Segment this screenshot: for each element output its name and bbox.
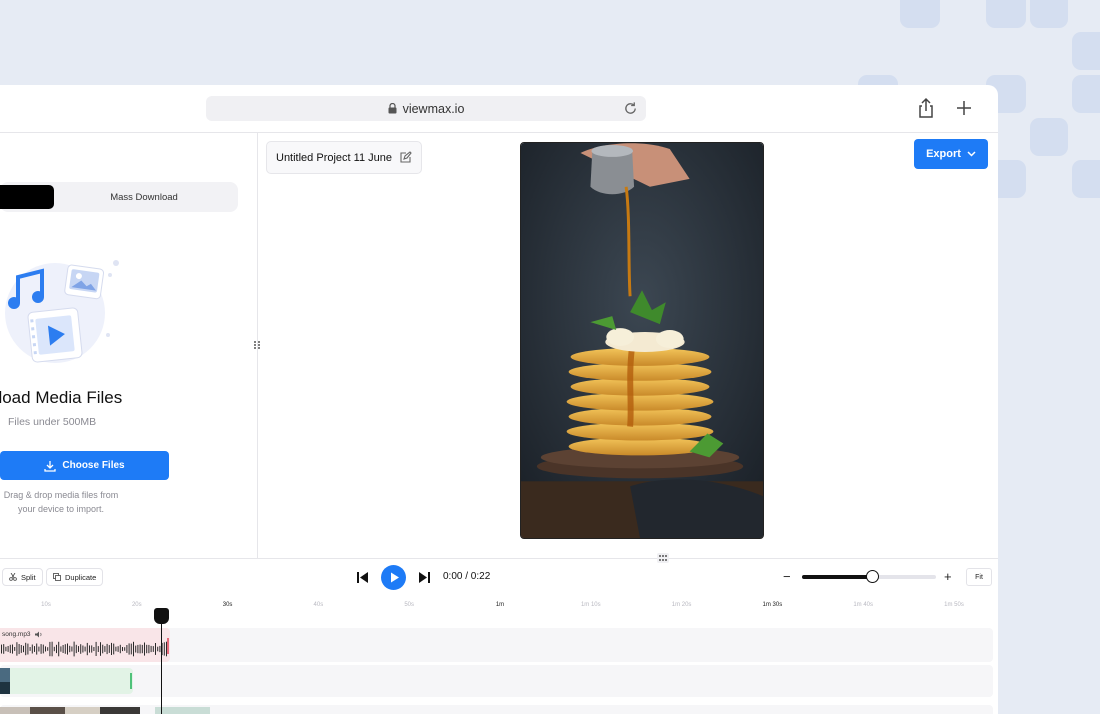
export-label: Export: [926, 148, 961, 160]
image-track: [0, 705, 993, 714]
clip-trim-handle[interactable]: [130, 673, 132, 689]
duplicate-label: Duplicate: [65, 572, 97, 582]
timeline-ruler[interactable]: 10s 20s 30s 40s 50s 1m 1m 10s 1m 20s 1m 30s 1m 40…: [0, 598, 998, 614]
tab-upload[interactable]: [0, 185, 54, 209]
skip-back-icon[interactable]: [356, 571, 369, 584]
choose-files-button[interactable]: Choose Files: [0, 451, 169, 480]
split-label: Split: [21, 572, 36, 582]
ruler-tick: 10s: [41, 602, 51, 608]
audio-track: song.mp3: [0, 628, 993, 662]
background-tile: [1072, 75, 1100, 113]
plus-icon[interactable]: [953, 97, 975, 119]
app-window: viewmax.io Mass Download pload Media Fil…: [0, 85, 998, 714]
duplicate-button[interactable]: Duplicate: [46, 568, 104, 586]
audio-waveform: [1, 641, 167, 657]
split-button[interactable]: Split: [2, 568, 43, 586]
drag-drop-hint: Drag & drop media files from your device…: [3, 490, 119, 514]
volume-icon[interactable]: [34, 631, 43, 638]
zoom-out-button[interactable]: −: [783, 569, 791, 584]
drag-handle-icon[interactable]: [252, 340, 262, 350]
address-bar[interactable]: viewmax.io: [206, 96, 646, 121]
ruler-tick: 1m 20s: [671, 602, 692, 608]
ruler-tick: 40s: [313, 602, 324, 608]
background-tile: [1030, 0, 1068, 28]
background-tile: [1072, 160, 1100, 198]
video-track: [0, 665, 993, 697]
share-icon[interactable]: [915, 97, 937, 119]
export-button[interactable]: Export: [914, 139, 988, 169]
ruler-tick: 1m 40s: [853, 602, 874, 608]
ruler-tick: 1m: [495, 602, 505, 608]
timeline-divider: [0, 558, 998, 559]
background-tile: [1030, 118, 1068, 156]
background-tile: [900, 0, 940, 28]
zoom-slider-handle[interactable]: [865, 570, 879, 583]
skip-forward-icon[interactable]: [418, 571, 431, 584]
ruler-tick: 20s: [131, 602, 142, 608]
clip-thumbnail: [0, 668, 10, 694]
ruler-tick: 1m 50s: [944, 602, 964, 608]
ruler-tick: 1m 30s: [762, 602, 783, 608]
url-text: viewmax.io: [402, 101, 465, 116]
video-preview[interactable]: [520, 142, 764, 539]
background-tile: [1072, 32, 1100, 70]
audio-clip-name: song.mp3: [2, 631, 31, 638]
toolbar-divider: [0, 132, 998, 133]
clip-trim-handle[interactable]: [167, 638, 169, 654]
zoom-slider-fill: [802, 575, 872, 579]
upload-title: pload Media Files: [0, 388, 123, 407]
ruler-tick: 1m 10s: [580, 602, 601, 608]
zoom-in-button[interactable]: +: [944, 569, 952, 584]
choose-files-label: Choose Files: [62, 460, 125, 471]
play-icon: [391, 572, 399, 583]
duplicate-icon: [53, 573, 61, 581]
reload-icon[interactable]: [623, 101, 638, 116]
background-tile: [986, 0, 1026, 28]
download-icon: [44, 460, 57, 472]
play-button[interactable]: [381, 565, 406, 590]
ruler-tick: 50s: [404, 602, 415, 608]
time-display: 0:00 / 0:22: [443, 571, 491, 582]
scissors-icon: [9, 573, 17, 581]
upload-subtitle: Files under 500MB: [8, 416, 97, 428]
drag-handle-icon[interactable]: [657, 553, 669, 563]
image-clip-strip[interactable]: [0, 707, 215, 714]
playhead-line: [161, 615, 162, 714]
audio-clip[interactable]: song.mp3: [0, 628, 170, 662]
audio-clip-header: song.mp3: [2, 631, 43, 638]
project-title: Untitled Project 11 June: [276, 151, 392, 164]
ruler-tick: 30s: [222, 602, 233, 608]
media-illustration: [5, 260, 119, 363]
edit-icon[interactable]: [399, 151, 412, 164]
zoom-slider[interactable]: [802, 570, 936, 583]
media-tabs: Mass Download: [0, 182, 238, 212]
project-title-field[interactable]: Untitled Project 11 June: [266, 141, 422, 174]
playhead-handle[interactable]: [154, 608, 169, 624]
fit-button[interactable]: Fit: [966, 568, 992, 586]
tab-mass-download[interactable]: Mass Download: [54, 182, 234, 212]
video-clip[interactable]: [0, 668, 133, 694]
lock-icon: [388, 103, 397, 114]
chevron-down-icon: [967, 151, 976, 157]
